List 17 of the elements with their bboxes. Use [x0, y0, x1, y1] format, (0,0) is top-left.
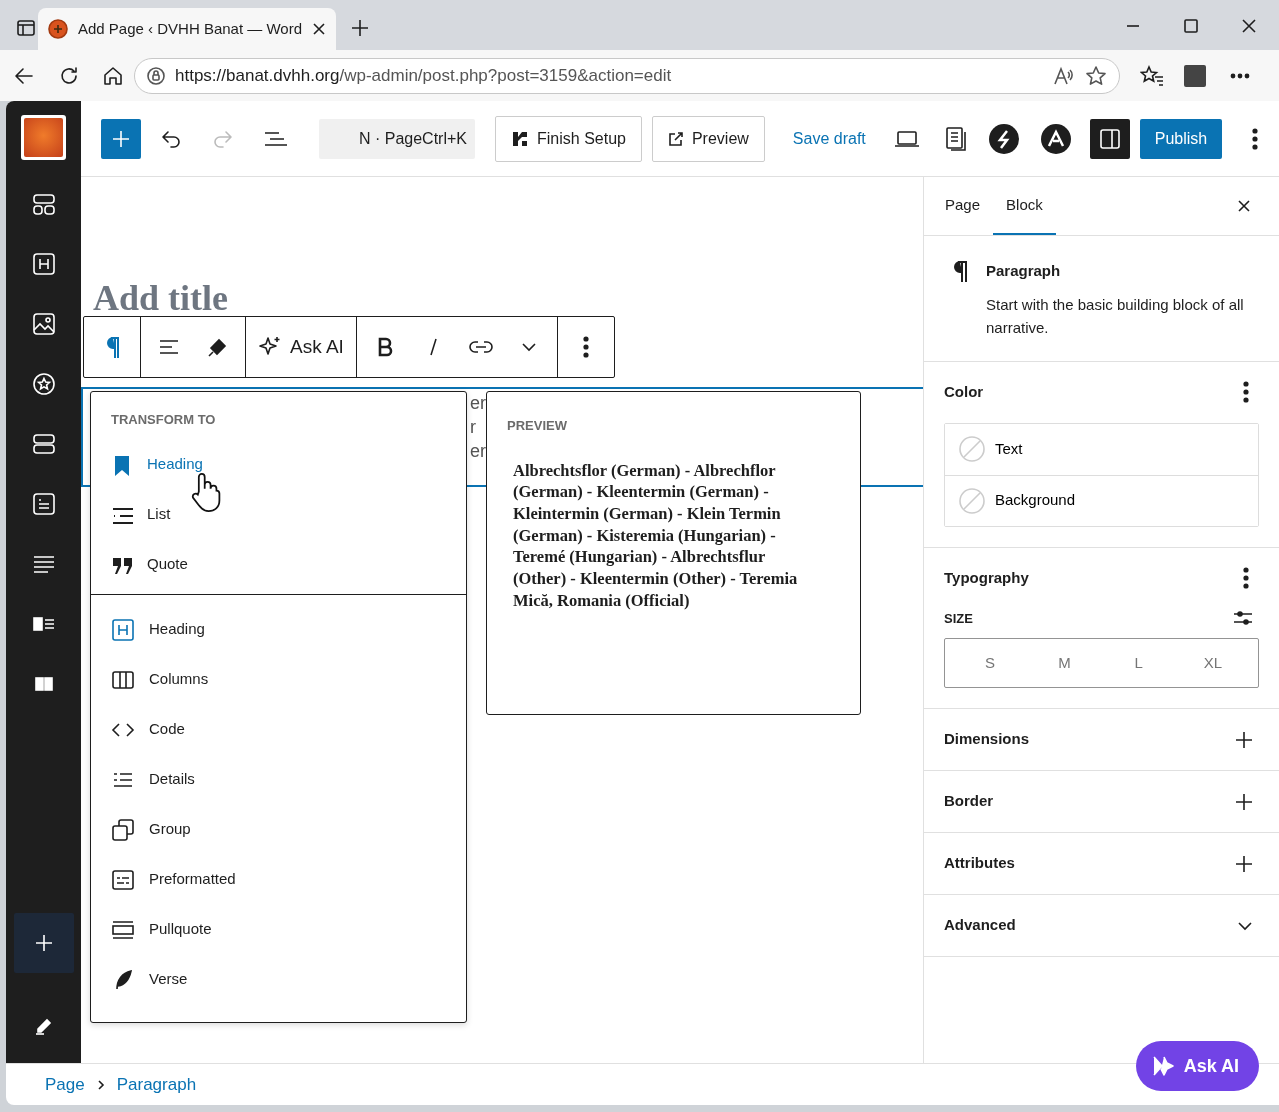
menu-heading: TRANSFORM TO — [110, 411, 217, 429]
panel-title: Color — [944, 381, 984, 402]
panel-title: Attributes — [944, 853, 1015, 874]
paragraph-text: er — [470, 440, 486, 463]
panel-title: Typography — [944, 567, 1029, 588]
tab-title: Add Page ‹ DVHH Banat — Word — [78, 18, 302, 39]
block-description: Start with the basic building block of all narrative. — [986, 294, 1245, 338]
paragraph-text: er — [470, 392, 486, 415]
size-label: SIZE — [944, 609, 973, 628]
panel-title: Advanced — [944, 915, 1016, 936]
block-name: Paragraph — [986, 261, 1062, 281]
preview-text: Albrechtsflor (German) - Albrechflor (German) - Kleentermin (German) - Kleintermin (German) - Klein Termin (German) - Kisteremia (Hungarian) - Teremé (Hungarian) - Albrechtsflur (Other) - Kleentermin (Other) - Teremia Mică, Romania (Official) — [512, 459, 799, 612]
panel-title: Border — [944, 791, 994, 812]
url-text: https://banat.dvhh.org/wp-admin/post.php?post=3159&action=edit — [175, 64, 672, 87]
paragraph-text: r — [470, 416, 476, 439]
preview-heading: PREVIEW — [506, 417, 568, 435]
panel-title: Dimensions — [944, 729, 1030, 750]
